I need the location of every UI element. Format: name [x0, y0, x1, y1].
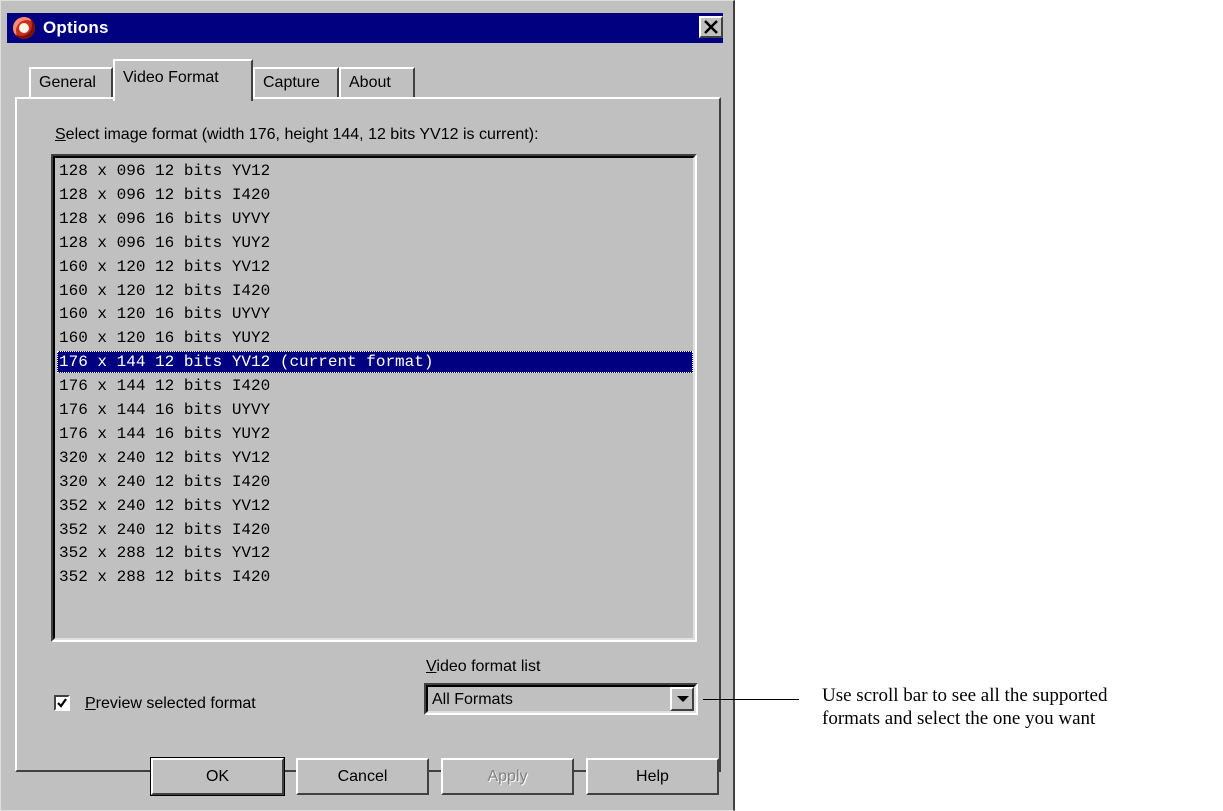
tab-capture[interactable]: Capture: [253, 67, 339, 99]
list-item[interactable]: 128 x 096 12 bits YV12: [57, 160, 693, 182]
list-item[interactable]: 128 x 096 16 bits UYVY: [57, 208, 693, 230]
ok-button[interactable]: OK: [150, 757, 285, 796]
close-button[interactable]: [699, 16, 723, 38]
window-title: Options: [43, 18, 109, 37]
annotation-line-2: formats and select the one you want: [822, 708, 1096, 729]
list-item[interactable]: 176 x 144 16 bits YUY2: [57, 423, 693, 445]
list-item[interactable]: 352 x 288 12 bits YV12: [57, 542, 693, 564]
tab-video-format[interactable]: Video Format: [113, 59, 253, 101]
list-item[interactable]: 352 x 288 12 bits I420: [57, 566, 693, 588]
close-icon: [704, 20, 718, 34]
preview-checkbox[interactable]: [54, 695, 70, 711]
list-item[interactable]: 320 x 240 12 bits I420: [57, 471, 693, 493]
list-item[interactable]: 176 x 144 12 bits YV12 (current format): [57, 351, 693, 374]
video-format-list-label: Video format list: [426, 658, 541, 675]
app-icon: [13, 17, 35, 39]
cancel-button[interactable]: Cancel: [296, 758, 429, 795]
list-item[interactable]: 128 x 096 12 bits I420: [57, 184, 693, 206]
list-item[interactable]: 176 x 144 16 bits UYVY: [57, 399, 693, 421]
title-bar[interactable]: Options: [7, 13, 723, 43]
annotation-text: Use scroll bar to see all the supported …: [822, 684, 1222, 730]
help-button[interactable]: Help: [586, 758, 719, 795]
options-dialog: Options General Video Format Capture Abo…: [0, 0, 735, 811]
video-format-list-select[interactable]: All Formats: [424, 683, 698, 715]
annotation-line-1: Use scroll bar to see all the supported: [822, 685, 1108, 706]
list-item[interactable]: 128 x 096 16 bits YUY2: [57, 232, 693, 254]
video-format-list-value: All Formats: [432, 691, 513, 708]
tab-about[interactable]: About: [339, 67, 415, 99]
list-item[interactable]: 160 x 120 12 bits I420: [57, 280, 693, 302]
callout-line: [703, 699, 799, 700]
chevron-down-icon[interactable]: [670, 687, 694, 711]
list-item[interactable]: 160 x 120 16 bits YUY2: [57, 327, 693, 349]
list-item[interactable]: 160 x 120 16 bits UYVY: [57, 303, 693, 325]
list-item[interactable]: 176 x 144 12 bits I420: [57, 375, 693, 397]
select-format-label: Select image format (width 176, height 1…: [55, 126, 539, 143]
preview-label[interactable]: Preview selected format: [85, 695, 256, 713]
list-item[interactable]: 352 x 240 12 bits I420: [57, 519, 693, 541]
list-item[interactable]: 320 x 240 12 bits YV12: [57, 447, 693, 469]
tab-general[interactable]: General: [29, 67, 113, 99]
list-item[interactable]: 160 x 120 12 bits YV12: [57, 256, 693, 278]
check-icon: [57, 698, 67, 708]
apply-button[interactable]: Apply: [441, 758, 574, 795]
list-item[interactable]: 352 x 240 12 bits YV12: [57, 495, 693, 517]
format-listbox[interactable]: 128 x 096 12 bits YV12 128 x 096 12 bits …: [51, 154, 697, 642]
